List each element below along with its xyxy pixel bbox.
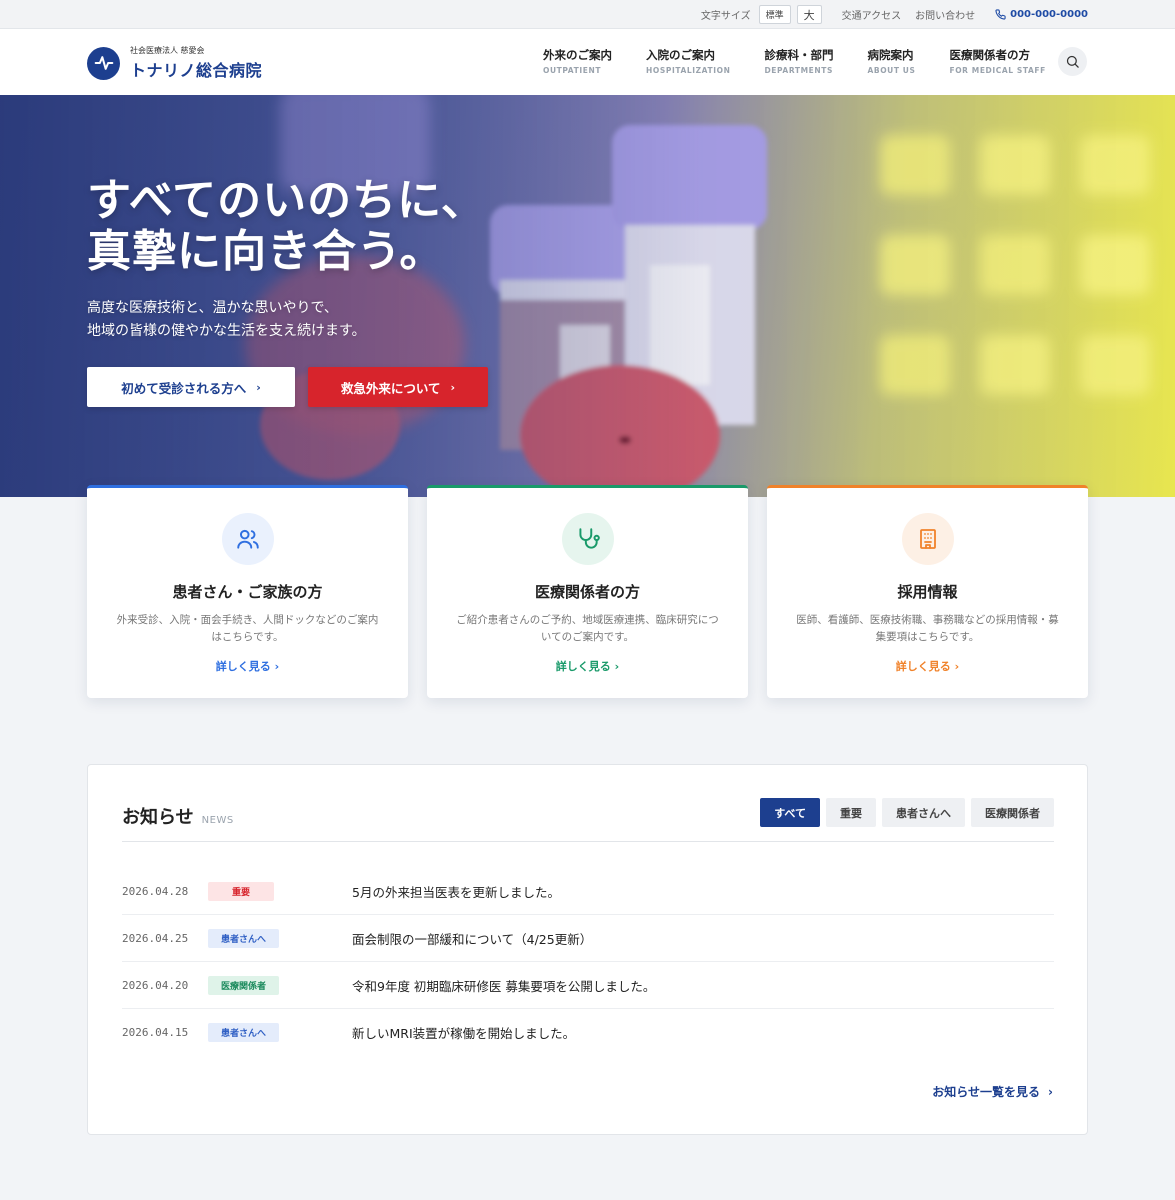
news-list: 2026.04.28 重要 5月の外来担当医表を更新しました。 2026.04.…	[122, 868, 1054, 1056]
nav-sublabel: ABOUT US	[867, 66, 916, 75]
card-description: ご紹介患者さんのご予約、地域医療連携、臨床研究についてのご案内です。	[456, 614, 719, 643]
search-icon	[1066, 55, 1079, 68]
nav-label: 入院のご案内	[646, 48, 715, 62]
hero-lead: 高度な医療技術と、温かな思いやりで、 地域の皆様の健やかな生活を支え続けます。	[87, 297, 366, 343]
nav-sublabel: OUTPATIENT	[543, 66, 602, 75]
news-title-en: NEWS	[201, 815, 234, 826]
utility-bar: 文字サイズ 標準 大 交通アクセス お問い合わせ 000-000-0000	[0, 0, 1175, 29]
chevron-right-icon: ›	[954, 660, 960, 673]
tab-important[interactable]: 重要	[826, 798, 876, 827]
news-item[interactable]: 2026.04.15 患者さんへ 新しいMRI装置が稼働を開始しました。	[122, 1009, 1054, 1056]
chevron-right-icon: ›	[256, 380, 261, 394]
news-date: 2026.04.20	[122, 978, 189, 992]
card-more-label: 詳しく見る	[895, 660, 951, 673]
news-badge: 患者さんへ	[208, 1023, 279, 1042]
nav-departments[interactable]: 診療科・部門 DEPARTMENTS	[764, 47, 833, 75]
news-badge: 重要	[208, 881, 274, 901]
news-text: 新しいMRI装置が稼働を開始しました。	[352, 1026, 576, 1041]
news-date: 2026.04.28	[122, 884, 189, 898]
site-header: 社会医療法人 慈愛会 トナリノ総合病院 外来のご案内 OUTPATIENT 入院…	[0, 29, 1175, 95]
logo-subtitle: 社会医療法人 慈愛会	[130, 46, 205, 55]
card-description: 外来受診、入院・面会手続き、人間ドックなどのご案内はこちらです。	[116, 614, 379, 643]
font-size-normal-button[interactable]: 標準	[758, 5, 791, 24]
news-divider	[122, 841, 1054, 842]
chevron-right-icon: ›	[1048, 1084, 1053, 1099]
first-visit-button[interactable]: 初めて受診される方へ ›	[87, 367, 295, 407]
news-text: 令和9年度 初期臨床研修医 募集要項を公開しました。	[352, 978, 656, 994]
nav-about[interactable]: 病院案内 ABOUT US	[867, 47, 915, 75]
news-more-link[interactable]: お知らせ一覧を見る ›	[932, 1083, 1053, 1100]
access-link[interactable]: 交通アクセス	[842, 7, 902, 22]
hero-title-line1: すべてのいのちに、	[87, 175, 486, 226]
logo-name: トナリノ総合病院	[130, 61, 263, 80]
news-section: お知らせ NEWS すべて 重要 患者さんへ 医療関係者 2026.04.28 …	[87, 764, 1088, 1135]
nav-medical-staff[interactable]: 医療関係者の方 FOR MEDICAL STAFF	[949, 47, 1045, 75]
phone-link[interactable]: 000-000-0000	[995, 9, 1088, 20]
hero: すべてのいのちに、 真摯に向き合う。 高度な医療技術と、温かな思いやりで、 地域…	[0, 95, 1175, 497]
nav-label: 診療科・部門	[764, 48, 834, 62]
news-date: 2026.04.25	[122, 931, 189, 945]
card-title: 採用情報	[897, 583, 958, 601]
news-text: 面会制限の一部緩和について（4/25更新）	[352, 931, 593, 947]
card-more-link[interactable]: 詳しく見る ›	[87, 658, 408, 674]
news-badge: 医療関係者	[208, 975, 279, 995]
nav-sublabel: FOR MEDICAL STAFF	[949, 66, 1046, 75]
news-item[interactable]: 2026.04.28 重要 5月の外来担当医表を更新しました。	[122, 868, 1054, 915]
news-heading: お知らせ NEWS	[122, 803, 234, 829]
news-badge: 患者さんへ	[208, 928, 279, 948]
search-button[interactable]	[1058, 47, 1087, 76]
tab-patients[interactable]: 患者さんへ	[882, 798, 965, 827]
phone-number: 000-000-0000	[1010, 9, 1088, 20]
card-title: 医療関係者の方	[534, 583, 640, 601]
nav-sublabel: DEPARTMENTS	[764, 66, 833, 75]
card-recruit[interactable]: 採用情報 医師、看護師、医療技術職、事務職などの採用情報・募集要項はこちらです。…	[767, 485, 1088, 698]
news-text: 5月の外来担当医表を更新しました。	[352, 884, 560, 900]
font-size-large-button[interactable]: 大	[796, 5, 822, 24]
card-patients[interactable]: 患者さん・ご家族の方 外来受診、入院・面会手続き、人間ドックなどのご案内はこちら…	[87, 485, 408, 698]
contact-link[interactable]: お問い合わせ	[915, 7, 975, 22]
phone-icon	[995, 9, 1006, 20]
card-more-link[interactable]: 詳しく見る ›	[767, 658, 1088, 674]
font-size-label: 文字サイズ	[700, 11, 751, 22]
first-visit-label: 初めて受診される方へ	[121, 380, 247, 396]
nav-label: 病院案内	[867, 48, 914, 62]
card-medical-staff[interactable]: 医療関係者の方 ご紹介患者さんのご予約、地域医療連携、臨床研究についてのご案内で…	[427, 485, 748, 698]
news-title: お知らせ	[122, 807, 194, 828]
building-icon	[901, 513, 954, 565]
chevron-right-icon: ›	[274, 660, 280, 673]
users-icon	[221, 513, 274, 565]
pulse-icon	[87, 46, 120, 80]
nav-label: 外来のご案内	[543, 48, 612, 62]
nav-hospitalization[interactable]: 入院のご案内 HOSPITALIZATION	[646, 47, 730, 75]
emergency-label: 救急外来について	[340, 380, 441, 396]
tab-medical[interactable]: 医療関係者	[971, 798, 1054, 827]
nav-outpatient[interactable]: 外来のご案内 OUTPATIENT	[543, 47, 612, 75]
hero-title-line2: 真摯に向き合う。	[87, 226, 445, 277]
news-more-label: お知らせ一覧を見る	[932, 1085, 1041, 1099]
news-item[interactable]: 2026.04.25 患者さんへ 面会制限の一部緩和について（4/25更新）	[122, 915, 1054, 962]
emergency-button[interactable]: 救急外来について ›	[308, 367, 488, 407]
hero-overlay	[0, 95, 1175, 497]
news-date: 2026.04.15	[122, 1026, 189, 1039]
chevron-right-icon: ›	[450, 380, 456, 394]
nav-label: 医療関係者の方	[949, 48, 1030, 62]
site-logo[interactable]: 社会医療法人 慈愛会 トナリノ総合病院	[87, 45, 262, 81]
card-more-label: 詳しく見る	[555, 660, 611, 673]
global-nav: 外来のご案内 OUTPATIENT 入院のご案内 HOSPITALIZATION…	[543, 47, 1046, 75]
news-filter-tabs: すべて 重要 患者さんへ 医療関係者	[754, 798, 1054, 827]
chevron-right-icon: ›	[614, 660, 620, 673]
card-more-link[interactable]: 詳しく見る ›	[427, 658, 748, 674]
card-description: 医師、看護師、医療技術職、事務職などの採用情報・募集要項はこちらです。	[796, 614, 1059, 643]
hero-lead-line1: 高度な医療技術と、温かな思いやりで、	[87, 300, 338, 316]
tab-all[interactable]: すべて	[760, 798, 820, 827]
card-more-label: 詳しく見る	[215, 660, 271, 673]
card-title: 患者さん・ご家族の方	[172, 583, 323, 601]
stethoscope-icon	[561, 513, 614, 565]
news-item[interactable]: 2026.04.20 医療関係者 令和9年度 初期臨床研修医 募集要項を公開しま…	[122, 962, 1054, 1009]
nav-sublabel: HOSPITALIZATION	[646, 66, 731, 75]
hero-lead-line2: 地域の皆様の健やかな生活を支え続けます。	[87, 323, 366, 339]
hero-title: すべてのいのちに、 真摯に向き合う。	[87, 175, 486, 277]
